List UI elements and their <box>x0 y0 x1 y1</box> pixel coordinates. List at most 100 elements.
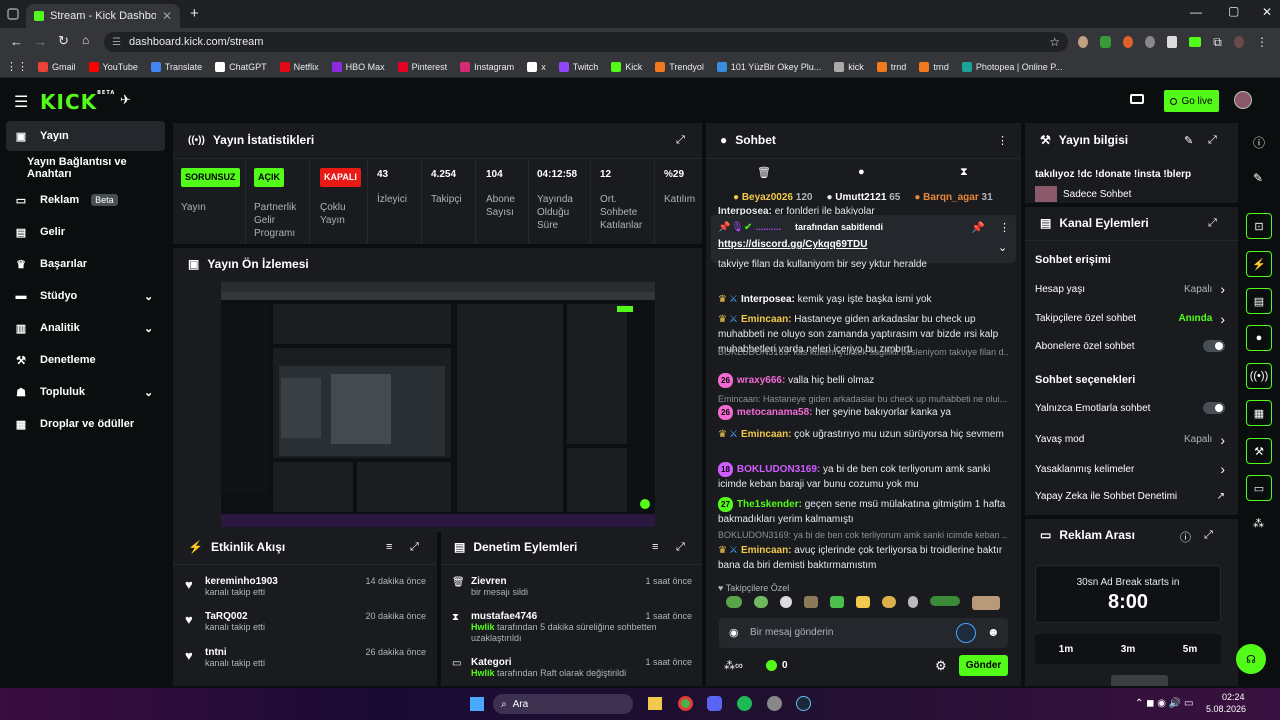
sidebar-item-analitik[interactable]: ▥ Analitik ⌄ <box>0 313 172 343</box>
bookmark-item[interactable]: x <box>527 61 546 72</box>
pinned-message[interactable]: 📌 🎙 ✔ .......... tarafından sabitlendi 📌… <box>711 215 1016 263</box>
expand-icon[interactable]: ⤢ <box>1208 134 1217 147</box>
extension-icon[interactable] <box>1078 36 1089 48</box>
chat-username[interactable]: The1skender: <box>737 499 802 510</box>
emote[interactable] <box>830 596 844 608</box>
apps-icon[interactable]: ⋮⋮ <box>6 60 28 73</box>
chat-username[interactable]: metocanama58: <box>737 407 813 418</box>
chat-username[interactable]: wraxy666: <box>737 375 785 386</box>
reply-reference[interactable]: BOKLUDON3169: ya bi de ben cok terliyoru… <box>718 530 1008 540</box>
emote[interactable] <box>754 596 768 608</box>
gear-icon[interactable]: ⚙ <box>935 658 947 674</box>
sidebar-item-basarilar[interactable]: ♛ Başarılar <box>0 249 172 279</box>
bookmark-item[interactable]: Pinterest <box>397 61 447 72</box>
browser-tab[interactable]: Stream - Kick Dashboard ✕ <box>26 4 180 28</box>
pin-icon[interactable]: ✈ <box>120 92 131 108</box>
puzzle-icon[interactable]: ⧉ <box>1213 35 1222 50</box>
leader-item[interactable]: ● Umutt2121 65 <box>826 192 900 203</box>
ad-duration-5m[interactable]: 5m <box>1183 644 1197 655</box>
chrome-icon[interactable] <box>678 696 693 711</box>
forward-icon[interactable]: → <box>34 34 47 49</box>
chat-username[interactable]: Emincaan: <box>741 314 792 325</box>
bookmark-item[interactable]: ChatGPT <box>215 61 267 72</box>
ad-duration-3m[interactable]: 3m <box>1121 644 1135 655</box>
reply-reference[interactable]: Emincaan: Hastaneye giden arkadaslar bu … <box>718 394 1008 404</box>
close-window-icon[interactable]: ✕ <box>1262 5 1272 19</box>
steam-icon[interactable] <box>796 696 811 711</box>
sidebar-item-topluluk[interactable]: ☗ Topluluk ⌄ <box>0 377 172 407</box>
profile-avatar[interactable] <box>1233 36 1245 48</box>
bookmark-item[interactable]: Netflix <box>279 61 319 72</box>
user-avatar[interactable] <box>1234 91 1252 109</box>
filter-icon[interactable]: ≡ <box>386 541 392 553</box>
menu-dots-icon[interactable]: ⋮ <box>1256 35 1268 49</box>
app-icon[interactable] <box>767 696 782 711</box>
bookmark-item[interactable]: trnd <box>919 61 949 72</box>
expand-icon[interactable]: ⤢ <box>676 134 685 147</box>
new-tab-icon[interactable]: + <box>190 5 199 22</box>
rail-chat-button[interactable]: ● <box>1246 325 1272 351</box>
bookmark-item[interactable]: HBO Max <box>331 61 385 72</box>
shield-icon[interactable] <box>1167 36 1178 48</box>
chat-bubble-icon[interactable]: ● <box>858 166 865 178</box>
chevron-down-icon[interactable]: ⌄ <box>998 241 1007 254</box>
send-button[interactable]: Gönder <box>959 655 1008 676</box>
sidebar-item-droplar[interactable]: ▦ Droplar ve ödüller <box>0 409 172 439</box>
address-bar[interactable]: ☰ dashboard.kick.com/stream ☆ <box>104 32 1068 52</box>
emote[interactable] <box>780 596 792 608</box>
taskbar-search[interactable]: ⌕ Ara <box>493 694 633 714</box>
tab-search-icon[interactable] <box>6 7 20 21</box>
bookmark-item[interactable]: Kick <box>611 61 642 72</box>
emote[interactable] <box>726 596 742 608</box>
more-options-icon[interactable]: ⋮ <box>999 221 1010 234</box>
discord-icon[interactable] <box>707 696 722 711</box>
extension-icon[interactable] <box>1144 36 1155 48</box>
site-info-icon[interactable]: ☰ <box>112 37 121 48</box>
kick-logo[interactable]: KICKBETA <box>40 90 115 114</box>
expand-icon[interactable]: ⤢ <box>676 541 685 554</box>
home-icon[interactable]: ⌂ <box>82 33 89 47</box>
hamburger-menu-icon[interactable]: ☰ <box>14 92 28 112</box>
rail-broadcast-button[interactable]: ((•)) <box>1246 363 1272 389</box>
edit-icon[interactable]: ✎ <box>1184 134 1193 147</box>
minimize-icon[interactable]: — <box>1190 5 1202 19</box>
windows-start-icon[interactable] <box>470 697 484 711</box>
theatre-mode-icon[interactable] <box>1130 94 1144 104</box>
back-icon[interactable]: ← <box>10 34 23 49</box>
bookmark-item[interactable]: Instagram <box>460 61 514 72</box>
rail-window-button[interactable]: ▭ <box>1246 475 1272 501</box>
edit-icon[interactable]: ✎ <box>1253 171 1263 185</box>
emote[interactable] <box>908 596 918 608</box>
filter-icon[interactable]: ≡ <box>652 541 658 553</box>
points-icon[interactable]: ⁂ <box>1253 517 1264 530</box>
trash-icon[interactable]: 🗑 <box>757 166 771 179</box>
support-button[interactable]: ☊ <box>1236 644 1266 674</box>
expand-icon[interactable]: ⤢ <box>1208 217 1217 230</box>
reply-reference[interactable]: BOKLUDON3169: kas kutlem yuksek sagilikl… <box>718 347 1008 357</box>
setting-row[interactable]: Takipçilere özel sohbet Anında › <box>1035 311 1225 327</box>
bookmark-item[interactable]: 101 YüzBir Okey Plu... <box>716 61 821 72</box>
ad-break-button[interactable] <box>1111 675 1168 686</box>
reload-icon[interactable]: ↻ <box>58 33 69 49</box>
leader-item[interactable]: ● Barqn_agar 31 <box>914 192 992 203</box>
bookmark-item[interactable]: YouTube <box>88 61 138 72</box>
folder-icon[interactable] <box>648 697 662 710</box>
unpin-icon[interactable]: 📌 <box>971 221 985 234</box>
bookmark-item[interactable]: trnd <box>876 61 906 72</box>
toggle-switch[interactable] <box>1203 402 1225 414</box>
chat-username[interactable]: Interposea: <box>741 294 795 305</box>
go-live-button[interactable]: Go live <box>1164 90 1219 112</box>
spotify-icon[interactable] <box>737 696 752 711</box>
bookmark-item[interactable]: Translate <box>150 61 202 72</box>
bookmark-item[interactable]: Gmail <box>38 61 76 72</box>
chat-username[interactable]: Emincaan: <box>741 545 792 556</box>
rail-wrench-button[interactable]: ⚒ <box>1246 438 1272 464</box>
sidebar-item-yayin[interactable]: ▣ Yayın <box>6 121 165 151</box>
rail-crop-button[interactable]: ⊡ <box>1246 213 1272 239</box>
more-options-icon[interactable]: ⋮ <box>997 134 1008 147</box>
bookmark-item[interactable]: Photopea | Online P... <box>961 61 1063 72</box>
sidebar-item-studyo[interactable]: ▬ Stüdyo ⌄ <box>0 281 172 311</box>
info-icon[interactable]: ⓘ <box>1253 134 1265 151</box>
kick-bot-icon[interactable] <box>956 623 976 643</box>
stream-preview-video[interactable] <box>221 282 655 527</box>
